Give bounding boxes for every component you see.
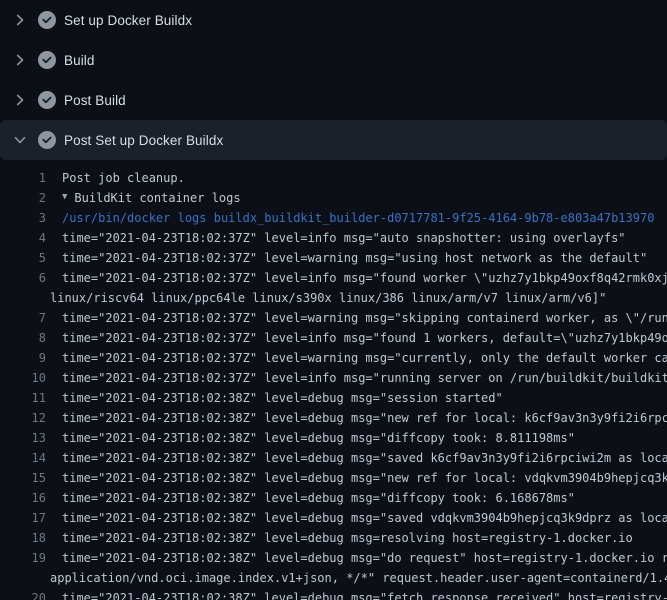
log-line-number[interactable]: 20 xyxy=(0,588,46,600)
log-line-text: application/vnd.oci.image.index.v1+json,… xyxy=(50,568,667,588)
log-line-number[interactable]: 9 xyxy=(0,348,46,368)
log-line-text: time="2021-04-23T18:02:38Z" level=debug … xyxy=(62,388,503,408)
log-line: 19 time="2021-04-23T18:02:38Z" level=deb… xyxy=(0,548,667,568)
log-line: 6 time="2021-04-23T18:02:37Z" level=info… xyxy=(0,268,667,288)
log-line-number[interactable]: 10 xyxy=(0,368,46,388)
log-line-text: time="2021-04-23T18:02:38Z" level=debug … xyxy=(62,588,667,600)
log-line-number[interactable]: 8 xyxy=(0,328,46,348)
log-line: 1 Post job cleanup. xyxy=(0,168,667,188)
chevron-right-icon xyxy=(12,12,28,28)
log-line-text: time="2021-04-23T18:02:37Z" level=warnin… xyxy=(62,248,647,268)
log-line: 16 time="2021-04-23T18:02:38Z" level=deb… xyxy=(0,488,667,508)
log-line-number[interactable]: 11 xyxy=(0,388,46,408)
log-output: 1 Post job cleanup. 2 ▼ BuildKit containe… xyxy=(0,160,667,600)
log-line-number[interactable]: 1 xyxy=(0,168,46,188)
log-line: 15 time="2021-04-23T18:02:38Z" level=deb… xyxy=(0,468,667,488)
log-line-text: time="2021-04-23T18:02:38Z" level=debug … xyxy=(62,548,667,568)
chevron-right-icon xyxy=(12,92,28,108)
log-line-number xyxy=(0,568,46,588)
step-label: Set up Docker Buildx xyxy=(64,13,192,28)
log-line-number xyxy=(0,288,46,308)
log-line-number[interactable]: 12 xyxy=(0,408,46,428)
step-set-up-docker-buildx[interactable]: Set up Docker Buildx xyxy=(0,0,667,40)
log-line-continuation: linux/riscv64 linux/ppc64le linux/s390x … xyxy=(0,288,667,308)
check-circle-icon xyxy=(38,131,56,149)
log-line-text: time="2021-04-23T18:02:37Z" level=warnin… xyxy=(62,348,667,368)
log-line-number[interactable]: 18 xyxy=(0,528,46,548)
log-line: 12 time="2021-04-23T18:02:38Z" level=deb… xyxy=(0,408,667,428)
log-line-number[interactable]: 5 xyxy=(0,248,46,268)
log-line-number[interactable]: 3 xyxy=(0,208,46,228)
log-line: 18 time="2021-04-23T18:02:38Z" level=deb… xyxy=(0,528,667,548)
log-line-number[interactable]: 6 xyxy=(0,268,46,288)
check-circle-icon xyxy=(38,11,56,29)
log-line: 7 time="2021-04-23T18:02:37Z" level=warn… xyxy=(0,308,667,328)
log-line-text: time="2021-04-23T18:02:38Z" level=debug … xyxy=(62,408,667,428)
log-line: 13 time="2021-04-23T18:02:38Z" level=deb… xyxy=(0,428,667,448)
log-line: 14 time="2021-04-23T18:02:38Z" level=deb… xyxy=(0,448,667,468)
check-circle-icon xyxy=(38,91,56,109)
log-line-text: time="2021-04-23T18:02:38Z" level=debug … xyxy=(62,468,667,488)
log-line: 4 time="2021-04-23T18:02:37Z" level=info… xyxy=(0,228,667,248)
log-line-text: /usr/bin/docker logs buildx_buildkit_bui… xyxy=(62,208,654,228)
log-line: 8 time="2021-04-23T18:02:37Z" level=info… xyxy=(0,328,667,348)
step-label: Post Set up Docker Buildx xyxy=(64,133,223,148)
step-post-build[interactable]: Post Build xyxy=(0,80,667,120)
log-line-text: time="2021-04-23T18:02:37Z" level=info m… xyxy=(62,268,667,288)
log-line-text: time="2021-04-23T18:02:37Z" level=info m… xyxy=(62,228,626,248)
log-line-text: time="2021-04-23T18:02:37Z" level=warnin… xyxy=(62,308,667,328)
log-line-text: time="2021-04-23T18:02:37Z" level=info m… xyxy=(62,328,667,348)
log-line-number[interactable]: 13 xyxy=(0,428,46,448)
log-line: 11 time="2021-04-23T18:02:38Z" level=deb… xyxy=(0,388,667,408)
log-line-number[interactable]: 15 xyxy=(0,468,46,488)
log-line-number[interactable]: 17 xyxy=(0,508,46,528)
log-line-text: time="2021-04-23T18:02:38Z" level=debug … xyxy=(62,488,575,508)
log-line-number[interactable]: 19 xyxy=(0,548,46,568)
triangle-down-icon: ▼ xyxy=(62,188,67,207)
log-line-number[interactable]: 16 xyxy=(0,488,46,508)
log-group-toggle[interactable]: ▼ BuildKit container logs xyxy=(62,188,241,208)
step-label: Build xyxy=(64,53,95,68)
log-line: 10 time="2021-04-23T18:02:37Z" level=inf… xyxy=(0,368,667,388)
log-line-text: time="2021-04-23T18:02:38Z" level=debug … xyxy=(62,428,575,448)
log-line: 20 time="2021-04-23T18:02:38Z" level=deb… xyxy=(0,588,667,600)
log-line-text: time="2021-04-23T18:02:37Z" level=info m… xyxy=(62,368,667,388)
log-group-header: 2 ▼ BuildKit container logs xyxy=(0,188,667,208)
log-line: 17 time="2021-04-23T18:02:38Z" level=deb… xyxy=(0,508,667,528)
step-build[interactable]: Build xyxy=(0,40,667,80)
log-line-number[interactable]: 7 xyxy=(0,308,46,328)
log-line: 9 time="2021-04-23T18:02:37Z" level=warn… xyxy=(0,348,667,368)
log-line-number[interactable]: 4 xyxy=(0,228,46,248)
log-line-text: time="2021-04-23T18:02:38Z" level=debug … xyxy=(62,528,633,548)
steps-list: Set up Docker Buildx Build Post Build xyxy=(0,0,667,160)
check-circle-icon xyxy=(38,51,56,69)
chevron-down-icon xyxy=(12,132,28,148)
log-line-text: time="2021-04-23T18:02:38Z" level=debug … xyxy=(62,508,667,528)
log-group-label: BuildKit container logs xyxy=(74,188,240,208)
chevron-right-icon xyxy=(12,52,28,68)
log-line-continuation: application/vnd.oci.image.index.v1+json,… xyxy=(0,568,667,588)
log-line-command: 3 /usr/bin/docker logs buildx_buildkit_b… xyxy=(0,208,667,228)
step-label: Post Build xyxy=(64,93,126,108)
log-line-number[interactable]: 2 xyxy=(0,188,46,208)
step-post-set-up-docker-buildx[interactable]: Post Set up Docker Buildx xyxy=(0,120,667,160)
log-line: 5 time="2021-04-23T18:02:37Z" level=warn… xyxy=(0,248,667,268)
log-line-text: Post job cleanup. xyxy=(62,168,185,188)
log-line-text: linux/riscv64 linux/ppc64le linux/s390x … xyxy=(50,288,606,308)
actions-log-viewer: Set up Docker Buildx Build Post Build xyxy=(0,0,667,600)
log-line-text: time="2021-04-23T18:02:38Z" level=debug … xyxy=(62,448,667,468)
log-line-number[interactable]: 14 xyxy=(0,448,46,468)
